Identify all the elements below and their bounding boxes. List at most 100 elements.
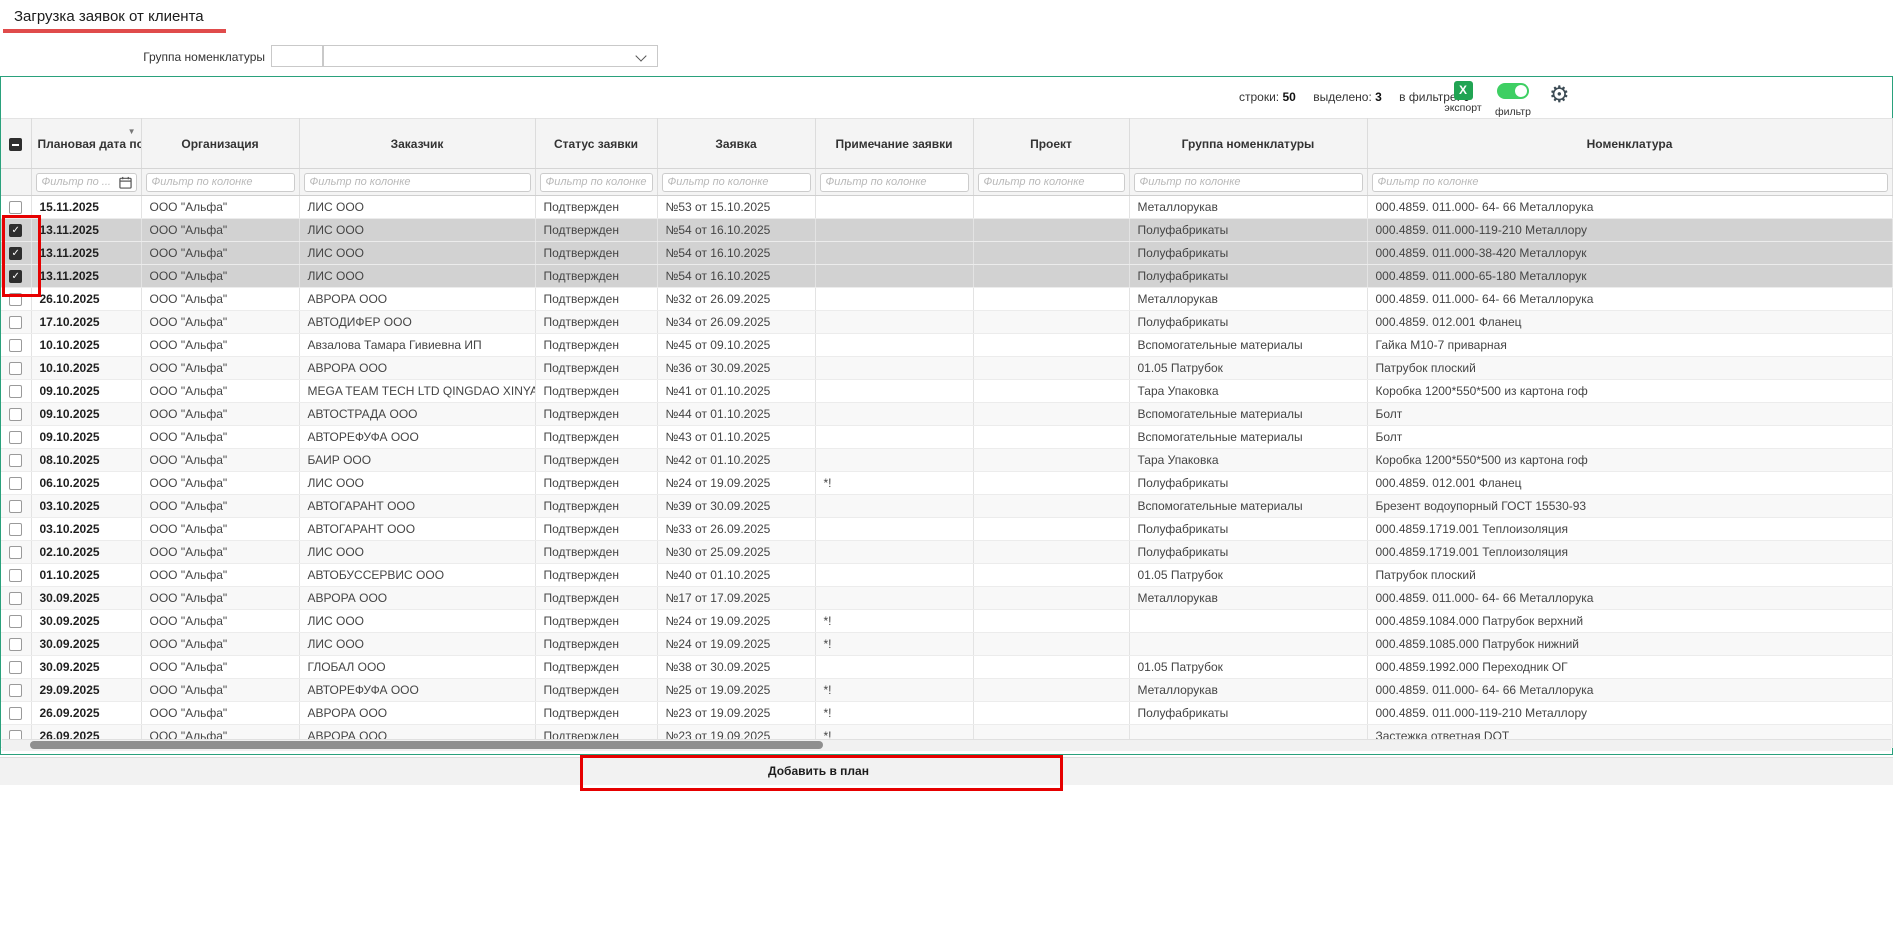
scrollbar-thumb[interactable] <box>30 741 823 749</box>
row-checkbox[interactable] <box>9 684 22 697</box>
cell-project <box>973 311 1129 334</box>
column-header-customer[interactable]: Заказчик <box>299 119 535 169</box>
row-checkbox[interactable]: ✓ <box>9 247 22 260</box>
cell-org: ООО "Альфа" <box>141 449 299 472</box>
cell-customer: БАИР ООО <box>299 449 535 472</box>
table-row[interactable]: 09.10.2025ООО "Альфа"АВТОСТРАДА ОООПодтв… <box>1 403 1892 426</box>
row-checkbox[interactable]: ✓ <box>9 270 22 283</box>
table-row[interactable]: ✓13.11.2025ООО "Альфа"ЛИС ОООПодтвержден… <box>1 265 1892 288</box>
table-row[interactable]: 03.10.2025ООО "Альфа"АВТОГАРАНТ ОООПодтв… <box>1 518 1892 541</box>
column-header-group[interactable]: Группа номенклатуры <box>1129 119 1367 169</box>
table-row[interactable]: 15.11.2025ООО "Альфа"ЛИС ОООПодтвержден№… <box>1 196 1892 219</box>
filter-input-group[interactable] <box>1134 173 1363 192</box>
filter-input-order[interactable] <box>662 173 811 192</box>
cell-org: ООО "Альфа" <box>141 656 299 679</box>
cell-date: 03.10.2025 <box>31 518 141 541</box>
select-all-checkbox[interactable] <box>9 138 22 151</box>
row-checkbox[interactable] <box>9 339 22 352</box>
row-checkbox-cell <box>1 518 31 541</box>
row-checkbox-cell <box>1 541 31 564</box>
row-checkbox-cell <box>1 196 31 219</box>
table-row[interactable]: 30.09.2025ООО "Альфа"АВРОРА ОООПодтвержд… <box>1 587 1892 610</box>
row-checkbox[interactable] <box>9 408 22 421</box>
row-checkbox[interactable] <box>9 362 22 375</box>
table-row[interactable]: 02.10.2025ООО "Альфа"ЛИС ОООПодтвержден№… <box>1 541 1892 564</box>
cell-group: Металлорукав <box>1129 196 1367 219</box>
filter-input-project[interactable] <box>978 173 1125 192</box>
row-checkbox[interactable] <box>9 293 22 306</box>
filter-input-status[interactable] <box>540 173 653 192</box>
cell-date: 26.09.2025 <box>31 702 141 725</box>
column-header-nomenclature[interactable]: Номенклатура <box>1367 119 1892 169</box>
table-row[interactable]: 26.10.2025ООО "Альфа"АВРОРА ОООПодтвержд… <box>1 288 1892 311</box>
filter-input-note[interactable] <box>820 173 969 192</box>
table-row[interactable]: 06.10.2025ООО "Альфа"ЛИС ОООПодтвержден№… <box>1 472 1892 495</box>
row-checkbox[interactable] <box>9 707 22 720</box>
table-header-row: Плановая дата поставки▼ Организация Зака… <box>1 119 1892 169</box>
table-row[interactable]: 01.10.2025ООО "Альфа"АВТОБУССЕРВИС ОООПо… <box>1 564 1892 587</box>
row-checkbox[interactable] <box>9 316 22 329</box>
row-checkbox-cell <box>1 403 31 426</box>
table-row[interactable]: ✓13.11.2025ООО "Альфа"ЛИС ОООПодтвержден… <box>1 242 1892 265</box>
add-to-plan-button[interactable]: Добавить в план <box>583 757 1054 785</box>
cell-status: Подтвержден <box>535 633 657 656</box>
cell-note <box>815 564 973 587</box>
group-code-input[interactable] <box>271 45 323 67</box>
row-checkbox[interactable] <box>9 638 22 651</box>
row-checkbox[interactable] <box>9 592 22 605</box>
cell-nomenclature: 000.4859. 012.001 Фланец <box>1367 472 1892 495</box>
column-header-order[interactable]: Заявка <box>657 119 815 169</box>
row-checkbox[interactable] <box>9 385 22 398</box>
row-checkbox[interactable] <box>9 615 22 628</box>
row-checkbox[interactable] <box>9 431 22 444</box>
table-row[interactable]: 10.10.2025ООО "Альфа"АВРОРА ОООПодтвержд… <box>1 357 1892 380</box>
table-row[interactable]: 30.09.2025ООО "Альфа"ГЛОБАЛ ОООПодтвержд… <box>1 656 1892 679</box>
horizontal-scrollbar[interactable] <box>2 739 1891 751</box>
cell-nomenclature: 000.4859. 011.000-38-420 Металлорук <box>1367 242 1892 265</box>
table-row[interactable]: 10.10.2025ООО "Альфа"Авзалова Тамара Гив… <box>1 334 1892 357</box>
filter-toggle[interactable] <box>1497 83 1529 99</box>
export-icon[interactable]: X <box>1454 81 1473 100</box>
group-select[interactable] <box>323 45 658 67</box>
table-row[interactable]: 26.09.2025ООО "Альфа"АВРОРА ОООПодтвержд… <box>1 702 1892 725</box>
filter-input-nomenclature[interactable] <box>1372 173 1888 192</box>
table-row[interactable]: 08.10.2025ООО "Альфа"БАИР ОООПодтвержден… <box>1 449 1892 472</box>
row-checkbox[interactable] <box>9 477 22 490</box>
cell-date: 02.10.2025 <box>31 541 141 564</box>
calendar-icon[interactable] <box>119 176 132 189</box>
row-checkbox[interactable] <box>9 201 22 214</box>
row-checkbox[interactable] <box>9 569 22 582</box>
table-row[interactable]: 30.09.2025ООО "Альфа"ЛИС ОООПодтвержден№… <box>1 610 1892 633</box>
table-row[interactable]: 09.10.2025ООО "Альфа"АВТОРЕФУФА ОООПодтв… <box>1 426 1892 449</box>
cell-nomenclature: Болт <box>1367 426 1892 449</box>
column-header-status[interactable]: Статус заявки <box>535 119 657 169</box>
row-checkbox[interactable] <box>9 454 22 467</box>
row-checkbox[interactable]: ✓ <box>9 224 22 237</box>
cell-project <box>973 449 1129 472</box>
table-row[interactable]: 29.09.2025ООО "Альфа"АВТОРЕФУФА ОООПодтв… <box>1 679 1892 702</box>
cell-project <box>973 403 1129 426</box>
column-header-note[interactable]: Примечание заявки <box>815 119 973 169</box>
table-row[interactable]: 09.10.2025ООО "Альфа"MEGA TEAM TECH LTD … <box>1 380 1892 403</box>
cell-order: №45 от 09.10.2025 <box>657 334 815 357</box>
table-row[interactable]: ✓13.11.2025ООО "Альфа"ЛИС ОООПодтвержден… <box>1 219 1892 242</box>
cell-note <box>815 426 973 449</box>
table-row[interactable]: 17.10.2025ООО "Альфа"АВТОДИФЕР ОООПодтве… <box>1 311 1892 334</box>
column-header-org[interactable]: Организация <box>141 119 299 169</box>
filter-input-customer[interactable] <box>304 173 531 192</box>
row-checkbox[interactable] <box>9 523 22 536</box>
cell-org: ООО "Альфа" <box>141 495 299 518</box>
cell-date: 13.11.2025 <box>31 265 141 288</box>
row-checkbox[interactable] <box>9 546 22 559</box>
table-row[interactable]: 03.10.2025ООО "Альфа"АВТОГАРАНТ ОООПодтв… <box>1 495 1892 518</box>
cell-date: 08.10.2025 <box>31 449 141 472</box>
annotation-title-underline <box>3 29 226 33</box>
column-header-date[interactable]: Плановая дата поставки▼ <box>31 119 141 169</box>
table-row[interactable]: 30.09.2025ООО "Альфа"ЛИС ОООПодтвержден№… <box>1 633 1892 656</box>
gear-icon[interactable]: ⚙ <box>1549 83 1570 106</box>
column-header-project[interactable]: Проект <box>973 119 1129 169</box>
row-checkbox[interactable] <box>9 500 22 513</box>
cell-group <box>1129 633 1367 656</box>
filter-input-org[interactable] <box>146 173 295 192</box>
row-checkbox[interactable] <box>9 661 22 674</box>
